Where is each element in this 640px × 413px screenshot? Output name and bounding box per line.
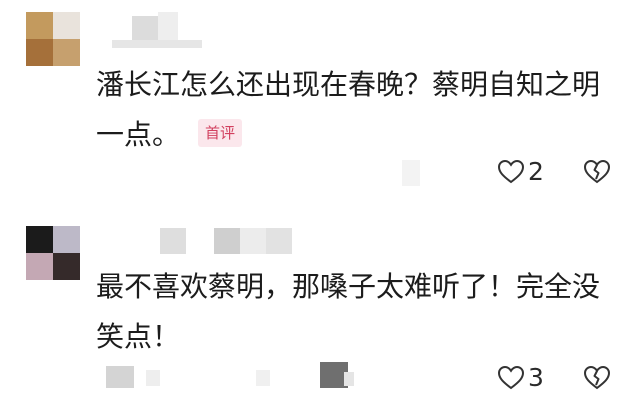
timestamp-mosaic bbox=[146, 370, 160, 386]
timestamp-mosaic bbox=[344, 372, 354, 386]
like-button[interactable]: 2 bbox=[496, 155, 544, 189]
avatar[interactable] bbox=[26, 226, 80, 280]
avatar[interactable] bbox=[26, 12, 80, 66]
like-count: 2 bbox=[528, 157, 544, 186]
heart-outline-icon bbox=[496, 157, 526, 187]
comment-text: 潘长江怎么还出现在春晚？蔡明自知之明一点。 首评 bbox=[96, 68, 601, 151]
timestamp-mosaic bbox=[106, 366, 134, 388]
username-mosaic bbox=[160, 228, 186, 254]
broken-heart-icon[interactable] bbox=[582, 157, 612, 187]
username-mosaic bbox=[214, 228, 240, 254]
broken-heart-icon[interactable] bbox=[582, 363, 612, 393]
username-mosaic bbox=[112, 40, 202, 48]
timestamp-mosaic bbox=[402, 160, 420, 186]
username-mosaic bbox=[240, 228, 266, 254]
comment-text: 最不喜欢蔡明，那嗓子太难听了！完全没笑点！ bbox=[96, 270, 601, 353]
comment-item: 潘长江怎么还出现在春晚？蔡明自知之明一点。 首评 2 bbox=[0, 0, 640, 205]
timestamp-mosaic bbox=[256, 370, 270, 386]
heart-outline-icon bbox=[496, 363, 526, 393]
like-count: 3 bbox=[528, 363, 544, 392]
comment-item: 最不喜欢蔡明，那嗓子太难听了！完全没笑点！ 3 bbox=[0, 212, 640, 413]
first-comment-badge: 首评 bbox=[198, 119, 243, 147]
like-button[interactable]: 3 bbox=[496, 361, 544, 395]
username-mosaic bbox=[266, 228, 292, 254]
